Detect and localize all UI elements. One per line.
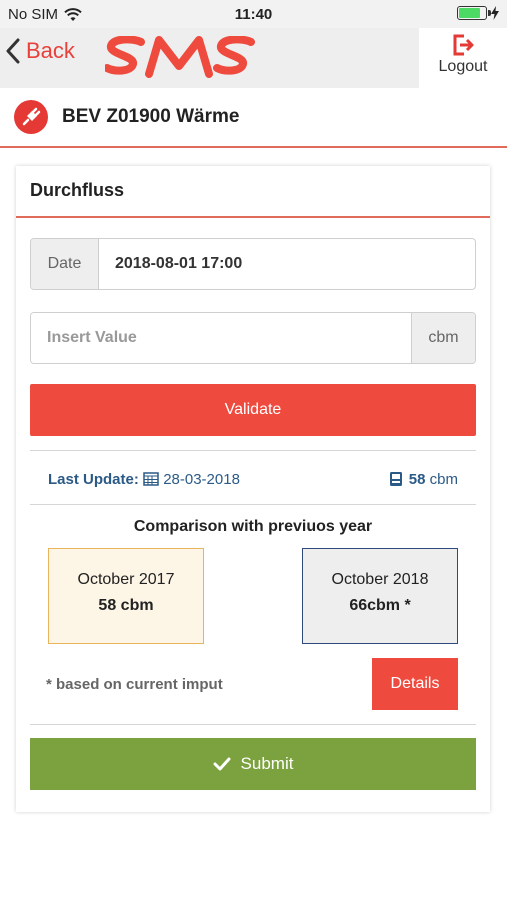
page-title: BEV Z01900 Wärme: [62, 106, 240, 127]
status-time: 11:40: [234, 6, 273, 23]
logout-button[interactable]: Logout: [419, 28, 507, 88]
last-update-label: Last Update:: [48, 470, 139, 488]
meter-icon: [389, 472, 402, 486]
validate-button[interactable]: Validate: [30, 384, 476, 436]
back-label: Back: [26, 38, 75, 63]
check-icon: [213, 757, 231, 771]
status-right: [457, 6, 499, 20]
page-header: BEV Z01900 Wärme: [0, 88, 507, 148]
current-value: 66cbm *: [349, 597, 411, 614]
meter-unit: cbm: [429, 470, 458, 488]
date-label: Date: [31, 239, 99, 289]
divider: [30, 450, 476, 451]
divider: [30, 724, 476, 725]
last-update: Last Update: 28-03-2018: [48, 471, 240, 488]
value-input[interactable]: [31, 313, 411, 363]
unit-label: cbm: [411, 313, 475, 363]
flow-card: Durchfluss Date 2018-08-01 17:00 cbm Val…: [16, 166, 490, 812]
charging-icon: [491, 6, 499, 20]
current-year-box: October 2018 66cbm *: [302, 548, 458, 644]
last-update-date: 28-03-2018: [163, 470, 240, 488]
comparison-title: Comparison with previuos year: [133, 518, 373, 535]
previous-value: 58 cbm: [98, 597, 154, 614]
last-update-row: Last Update: 28-03-2018 58 cbm: [30, 462, 476, 496]
meter-reading: 58 cbm: [389, 471, 458, 488]
back-button[interactable]: Back: [6, 38, 75, 64]
logout-icon: [453, 34, 474, 56]
submit-button[interactable]: Submit: [30, 738, 476, 790]
card-title: Durchfluss: [16, 166, 490, 218]
date-value[interactable]: 2018-08-01 17:00: [99, 239, 475, 289]
date-field[interactable]: Date 2018-08-01 17:00: [30, 238, 476, 290]
status-bar: No SIM 11:40: [0, 0, 507, 28]
logout-label: Logout: [438, 58, 488, 75]
footnote: * based on current imput: [46, 676, 223, 693]
divider: [30, 504, 476, 505]
previous-month: October 2017: [77, 571, 175, 588]
nav-bar: Back Logout: [0, 28, 507, 88]
battery-icon: [457, 6, 491, 20]
details-button[interactable]: Details: [372, 658, 458, 710]
plug-icon: [14, 100, 48, 134]
sms-logo: [103, 35, 255, 83]
chevron-left-icon: [6, 38, 20, 64]
calendar-icon: [143, 471, 159, 486]
meter-value: 58: [408, 470, 426, 488]
current-month: October 2018: [331, 571, 429, 588]
submit-label: Submit: [240, 754, 294, 773]
previous-year-box: October 2017 58 cbm: [48, 548, 204, 644]
value-field: cbm: [30, 312, 476, 364]
